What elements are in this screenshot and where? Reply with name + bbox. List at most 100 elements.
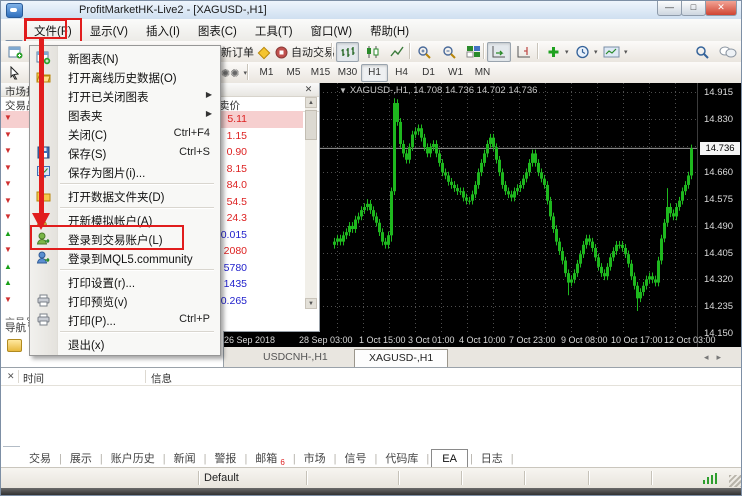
menubar-item-7[interactable]: 帮助(H) (361, 19, 418, 43)
tick-down-icon: ▼ (4, 113, 12, 122)
tab-scroll-left-icon[interactable]: ◂ (704, 352, 717, 362)
tab-scroll-right-icon[interactable]: ▸ (716, 352, 729, 362)
scroll-up-icon[interactable]: ▲ (305, 97, 317, 108)
status-profile[interactable]: Default (204, 472, 239, 484)
timeframe-h1[interactable]: H1 (361, 64, 388, 82)
menubar-item-3[interactable]: 插入(I) (137, 19, 189, 43)
timeframe-mn[interactable]: MN (469, 64, 496, 82)
bid-price: 1.15 (227, 130, 247, 142)
file-menu-item[interactable]: 新图表(N) (30, 48, 220, 67)
terminal-tab-11[interactable]: 日志 (475, 447, 509, 469)
tick-up-icon: ▲ (4, 278, 12, 287)
terminal-close-icon[interactable]: ✕ (7, 371, 15, 382)
market-watch-scrollbar[interactable]: ▲ ▼ (305, 97, 317, 309)
chart-tab-bar: USDCNH-,H1 XAGUSD-,H1 ◂▸ (223, 347, 742, 368)
periods-icon[interactable]: ▾ (571, 42, 602, 62)
search-icon[interactable] (691, 42, 714, 62)
timeframe-m5[interactable]: M5 (280, 64, 307, 82)
autotrading-icon (275, 46, 288, 59)
terminal-tab-3[interactable]: 账户历史 (105, 447, 161, 469)
menubar-item-2[interactable]: 显示(V) (81, 19, 137, 43)
file-menu-item[interactable]: 退出(x) (30, 334, 220, 353)
timeframe-h4[interactable]: H4 (388, 64, 415, 82)
bid-price: 0.015 (221, 229, 247, 241)
menubar-item-4[interactable]: 图表(C) (189, 19, 246, 43)
menubar-item-6[interactable]: 窗口(W) (302, 19, 362, 43)
zoom-out-icon[interactable] (438, 42, 461, 62)
timeframe-w1[interactable]: W1 (442, 64, 469, 82)
file-menu-item[interactable]: 打印预览(v) (30, 291, 220, 310)
price-tick-label: 14.490 (704, 221, 733, 232)
terminal-tab-9[interactable]: 代码库 (379, 447, 424, 469)
terminal-tab-5[interactable]: 警报 (208, 447, 242, 469)
scroll-down-icon[interactable]: ▼ (305, 298, 317, 309)
file-menu-item[interactable]: 打开离线历史数据(O) (30, 67, 220, 86)
file-menu-dropdown: 新图表(N)打开离线历史数据(O)打开已关闭图表▶图表夹▶关闭(C)Ctrl+F… (29, 45, 221, 356)
file-menu-item[interactable]: 登录到MQL5.community (30, 248, 220, 267)
file-menu-item[interactable]: 关闭(C)Ctrl+F4 (30, 124, 220, 143)
new-chart-window-icon[interactable] (4, 42, 27, 62)
timeframe-m1[interactable]: M1 (253, 64, 280, 82)
submenu-arrow-icon: ▶ (206, 109, 212, 118)
file-menu-item[interactable]: 登录到交易账户(L) (30, 229, 220, 248)
file-menu-item[interactable]: 打开已关闭图表▶ (30, 86, 220, 105)
menu-separator (60, 269, 214, 271)
price-tick-label: 14.405 (704, 248, 733, 259)
close-button[interactable]: ✕ (705, 1, 737, 16)
timeframe-m30[interactable]: M30 (334, 64, 361, 82)
time-tick-label: 9 Oct 08:00 (561, 335, 608, 345)
zoom-in-icon[interactable] (413, 42, 436, 62)
bid-price: 24.3 (227, 212, 247, 224)
candlestick-icon[interactable] (361, 42, 384, 62)
cycle-lines-icon[interactable]: ✺✺▾ (217, 63, 251, 83)
auto-scroll-icon[interactable] (487, 42, 511, 62)
tile-windows-icon[interactable] (462, 42, 485, 62)
price-scale[interactable]: 14.91514.83014.66014.57514.49014.40514.3… (697, 83, 742, 347)
terminal-tab-2[interactable]: 展示 (64, 447, 98, 469)
line-chart-icon[interactable] (386, 42, 409, 62)
terminal-tab-1[interactable]: 交易 (23, 447, 57, 469)
chat-icon[interactable] (715, 42, 741, 62)
tick-up-icon: ▲ (4, 262, 12, 271)
file-menu-item[interactable]: 保存为图片(i)... (30, 162, 220, 181)
navigator-title[interactable]: 导航 (5, 320, 28, 335)
title-bar[interactable]: ProfitMarketHK-Live2 - [XAGUSD-,H1] — □ … (1, 1, 742, 20)
chart-dropdown-icon[interactable]: ▼ (339, 86, 347, 95)
resize-grip[interactable] (729, 475, 741, 487)
chart-tab-usdcnhh1[interactable]: USDCNH-,H1 (249, 349, 342, 366)
terminal-column-time: 时间 (23, 371, 44, 386)
indicators-icon[interactable]: ▾ (542, 42, 573, 62)
menubar-item-5[interactable]: 工具(T) (246, 19, 302, 43)
file-menu-item[interactable]: 打开数据文件夹(D) (30, 186, 220, 205)
submenu-arrow-icon: ▶ (206, 90, 212, 99)
file-menu-item[interactable]: 图表夹▶ (30, 105, 220, 124)
menu-separator (60, 207, 214, 209)
terminal-tab-10[interactable]: EA (431, 449, 468, 468)
file-menu-item[interactable]: 打印(P)...Ctrl+P (30, 310, 220, 329)
scrollbar-thumb[interactable] (305, 110, 317, 140)
timeframe-d1[interactable]: D1 (415, 64, 442, 82)
terminal-column-message: 信息 (151, 371, 172, 386)
autotrading-button[interactable]: 自动交易 (271, 42, 339, 62)
file-menu-item[interactable]: 打印设置(r)... (30, 272, 220, 291)
connection-status-icon (703, 473, 717, 484)
time-axis[interactable]: 26 Sep 201828 Sep 03:001 Oct 15:003 Oct … (223, 333, 697, 347)
market-watch-close-icon[interactable]: ✕ (303, 84, 314, 95)
terminal-header-row[interactable]: ✕ 时间 信息 (1, 368, 742, 386)
bid-price: 54.5 (227, 196, 247, 208)
timeframe-m15[interactable]: M15 (307, 64, 334, 82)
terminal-tab-8[interactable]: 信号 (339, 447, 373, 469)
terminal-tab-4[interactable]: 新闻 (168, 447, 202, 469)
print-preview-icon (36, 293, 51, 308)
maximize-button[interactable]: □ (681, 1, 706, 16)
templates-icon[interactable]: ▾ (599, 42, 632, 62)
chart-shift-icon[interactable] (512, 42, 536, 62)
minimize-button[interactable]: — (657, 1, 682, 16)
navigator-item-icon[interactable] (7, 339, 22, 352)
terminal-tab-7[interactable]: 市场 (298, 447, 332, 469)
cursor-icon[interactable] (4, 63, 25, 83)
bar-chart-icon[interactable] (336, 42, 359, 62)
file-menu-item[interactable]: 保存(S)Ctrl+S (30, 143, 220, 162)
price-tick-label: 14.320 (704, 274, 733, 285)
chart-tab-xagusdh1[interactable]: XAGUSD-,H1 (354, 349, 448, 367)
